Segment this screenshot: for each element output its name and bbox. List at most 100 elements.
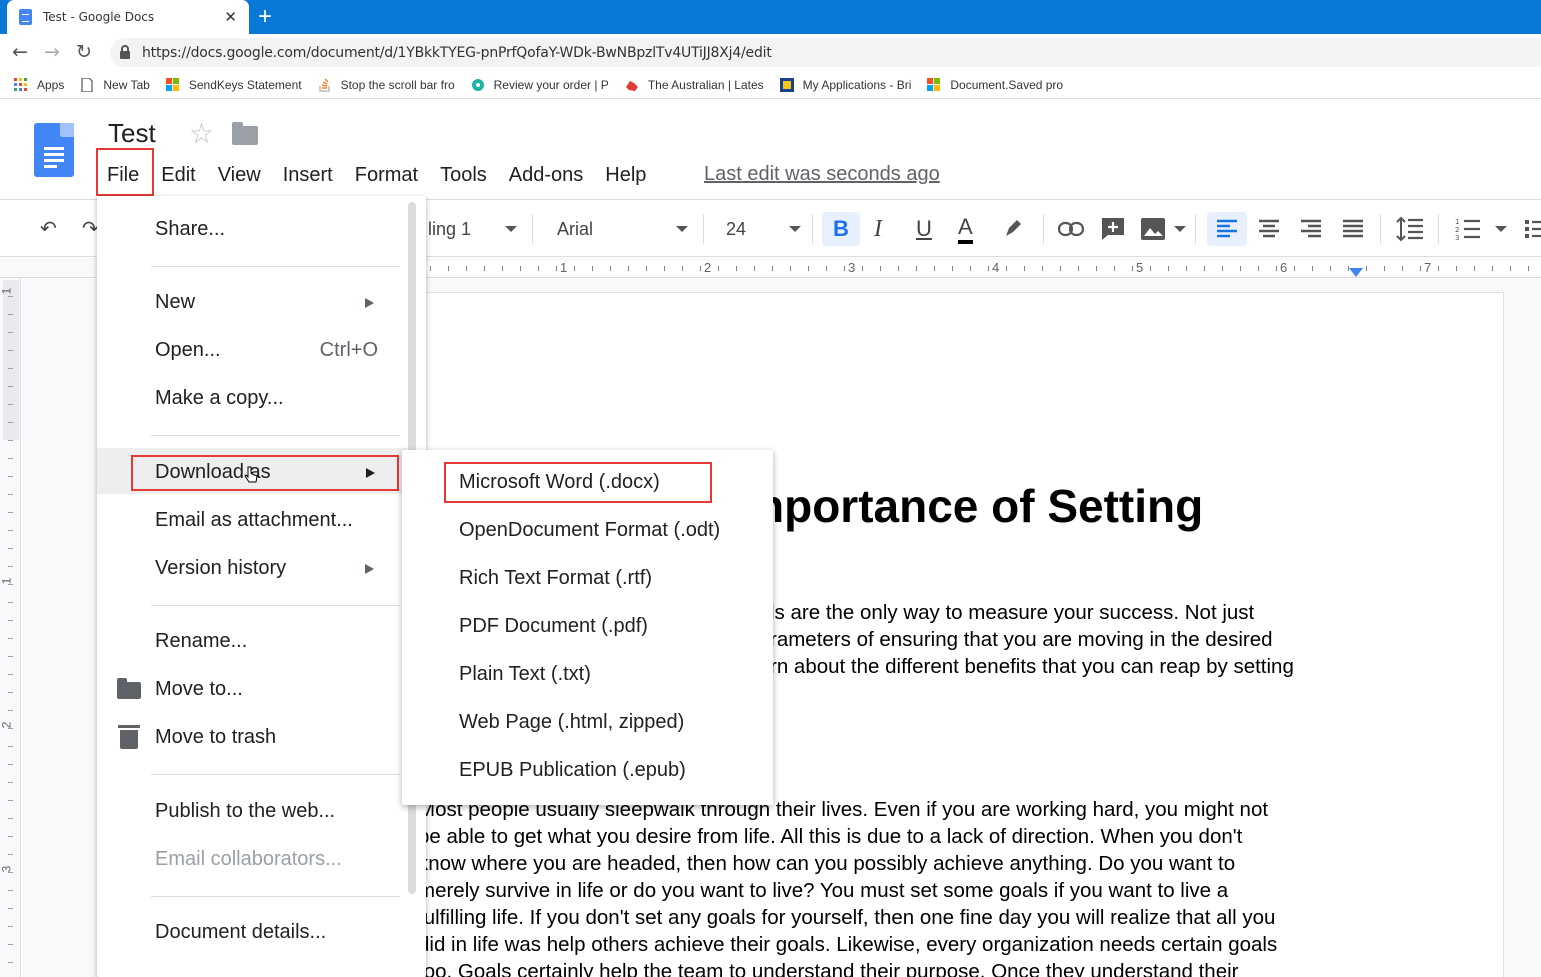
chevron-down-icon[interactable] bbox=[1495, 226, 1507, 232]
windows-icon bbox=[165, 77, 179, 91]
ruler-tick bbox=[538, 266, 539, 271]
menu-tools[interactable]: Tools bbox=[429, 164, 498, 187]
add-comment-icon[interactable] bbox=[1100, 216, 1126, 242]
back-arrow-icon[interactable]: ← bbox=[12, 41, 28, 63]
menu-edit[interactable]: Edit bbox=[150, 164, 206, 187]
menu-insert[interactable]: Insert bbox=[272, 164, 344, 187]
svg-text:3: 3 bbox=[1455, 234, 1459, 241]
menu-item-share[interactable]: Share... bbox=[155, 218, 225, 241]
align-right-icon[interactable] bbox=[1300, 218, 1322, 240]
download-txt[interactable]: Plain Text (.txt) bbox=[459, 663, 591, 686]
shortcut-ctrl-o: Ctrl+O bbox=[319, 339, 378, 361]
paragraph-style-select[interactable]: ling 1 bbox=[428, 214, 471, 244]
ruler-tick bbox=[1294, 266, 1295, 271]
reload-icon[interactable]: ↻ bbox=[76, 41, 92, 63]
paragraph-line[interactable]: did in life was help others achieve thei… bbox=[418, 931, 1277, 958]
bookmark-document-saved[interactable]: Document.Saved pro bbox=[927, 77, 1063, 92]
download-docx[interactable]: Microsoft Word (.docx) bbox=[459, 471, 660, 494]
browser-tab[interactable]: Test - Google Docs ✕ bbox=[7, 0, 249, 34]
new-tab-button[interactable]: + bbox=[258, 3, 272, 31]
font-select[interactable]: Arial bbox=[557, 214, 593, 244]
bookmark-sendkeys[interactable]: SendKeys Statement bbox=[165, 77, 302, 92]
ruler-number: 6 bbox=[1280, 260, 1288, 275]
right-indent-marker[interactable] bbox=[1349, 268, 1363, 277]
bold-button[interactable]: B bbox=[822, 212, 860, 246]
menu-addons[interactable]: Add-ons bbox=[498, 164, 595, 187]
chevron-down-icon[interactable] bbox=[789, 226, 801, 232]
chevron-down-icon[interactable] bbox=[676, 226, 688, 232]
menu-view[interactable]: View bbox=[207, 164, 272, 187]
menu-item-new[interactable]: New bbox=[155, 291, 195, 314]
address-bar[interactable]: https://docs.google.com/document/d/1YBkk… bbox=[110, 38, 1541, 67]
download-rtf[interactable]: Rich Text Format (.rtf) bbox=[459, 567, 652, 590]
menu-item-rename[interactable]: Rename... bbox=[155, 630, 247, 653]
paragraph-line[interactable]: too. Goals certainly help the team to un… bbox=[418, 958, 1239, 977]
document-heading[interactable]: nportance of Setting bbox=[756, 479, 1203, 533]
underline-button[interactable]: U bbox=[916, 214, 932, 244]
paragraph-line[interactable]: rn about the different benefits that you… bbox=[770, 653, 1294, 680]
align-left-icon[interactable] bbox=[1216, 218, 1238, 240]
bookmark-australian[interactable]: The Australian | Lates bbox=[625, 78, 764, 92]
text-color-button[interactable]: A bbox=[958, 214, 973, 244]
menu-item-open[interactable]: Open... bbox=[155, 339, 221, 362]
menu-item-document-details[interactable]: Document details... bbox=[155, 921, 326, 944]
paragraph-line[interactable]: fulfilling life. If you don't set any go… bbox=[418, 904, 1275, 931]
paragraph-line[interactable]: rameters of ensuring that you are moving… bbox=[770, 626, 1273, 653]
paragraph-line[interactable]: know where you are headed, then how can … bbox=[418, 850, 1235, 877]
toolbar-divider bbox=[532, 214, 533, 244]
star-icon[interactable]: ☆ bbox=[189, 119, 214, 149]
download-pdf[interactable]: PDF Document (.pdf) bbox=[459, 615, 648, 638]
align-center-icon[interactable] bbox=[1258, 218, 1280, 240]
paragraph-line[interactable]: ls are the only way to measure your succ… bbox=[770, 599, 1254, 626]
download-html[interactable]: Web Page (.html, zipped) bbox=[459, 711, 684, 734]
bookmark-stop-scroll[interactable]: Stop the scroll bar fro bbox=[318, 78, 455, 92]
close-tab-icon[interactable]: ✕ bbox=[224, 8, 237, 26]
menu-item-move-to-trash[interactable]: Move to trash bbox=[155, 726, 276, 749]
paragraph-line[interactable]: be able to get what you desire from life… bbox=[418, 823, 1242, 850]
bookmark-label: SendKeys Statement bbox=[188, 77, 302, 92]
page-icon bbox=[81, 77, 93, 92]
menu-divider bbox=[151, 896, 400, 897]
folder-icon[interactable] bbox=[232, 122, 258, 145]
link-icon[interactable] bbox=[1057, 220, 1085, 238]
chevron-down-icon[interactable] bbox=[505, 226, 517, 232]
document-title[interactable]: Test bbox=[108, 118, 156, 149]
docs-menubar: File Edit View Insert Format Tools Add-o… bbox=[96, 160, 657, 190]
paragraph-line[interactable]: merely survive in life or do you want to… bbox=[418, 877, 1228, 904]
font-size-select[interactable]: 24 bbox=[726, 214, 746, 244]
forward-arrow-icon[interactable]: → bbox=[44, 41, 60, 63]
ruler-tick bbox=[1096, 266, 1097, 271]
bookmark-my-applications[interactable]: My Applications - Bri bbox=[779, 77, 911, 92]
menu-item-move-to[interactable]: Move to... bbox=[155, 678, 243, 701]
italic-button[interactable]: I bbox=[874, 214, 882, 244]
ruler-tick bbox=[1276, 266, 1277, 271]
menu-help[interactable]: Help bbox=[594, 164, 657, 187]
line-spacing-icon[interactable] bbox=[1396, 216, 1424, 242]
bookmark-new-tab[interactable]: New Tab bbox=[80, 77, 150, 92]
justify-icon[interactable] bbox=[1342, 218, 1364, 240]
ruler-tick bbox=[1330, 266, 1331, 271]
highlight-pen-icon[interactable] bbox=[1002, 218, 1024, 240]
menu-item-make-copy[interactable]: Make a copy... bbox=[155, 387, 284, 410]
file-menu-highlight-box bbox=[96, 148, 154, 196]
download-epub[interactable]: EPUB Publication (.epub) bbox=[459, 759, 686, 782]
numbered-list-icon[interactable]: 123 bbox=[1455, 217, 1481, 241]
menu-item-version-history[interactable]: Version history bbox=[155, 557, 286, 580]
insert-image-icon[interactable] bbox=[1140, 217, 1166, 241]
google-docs-logo-icon[interactable] bbox=[34, 123, 74, 177]
menu-item-publish-web[interactable]: Publish to the web... bbox=[155, 800, 335, 823]
ruler-tick bbox=[8, 566, 13, 567]
bulleted-list-icon[interactable] bbox=[1525, 218, 1541, 240]
menu-item-email-attachment[interactable]: Email as attachment... bbox=[155, 509, 353, 532]
bookmark-review-order[interactable]: Review your order | P bbox=[471, 78, 609, 92]
last-edit-link[interactable]: Last edit was seconds ago bbox=[704, 163, 940, 186]
ruler-tick bbox=[430, 266, 431, 271]
bookmark-label: The Australian | Lates bbox=[647, 77, 764, 92]
ruler-tick bbox=[664, 266, 665, 271]
menu-format[interactable]: Format bbox=[344, 164, 429, 187]
bookmark-apps[interactable]: Apps bbox=[14, 77, 64, 92]
ruler-tick bbox=[8, 854, 13, 855]
chevron-down-icon[interactable] bbox=[1174, 226, 1186, 232]
download-odt[interactable]: OpenDocument Format (.odt) bbox=[459, 519, 720, 542]
undo-icon[interactable]: ↶ bbox=[40, 214, 57, 244]
